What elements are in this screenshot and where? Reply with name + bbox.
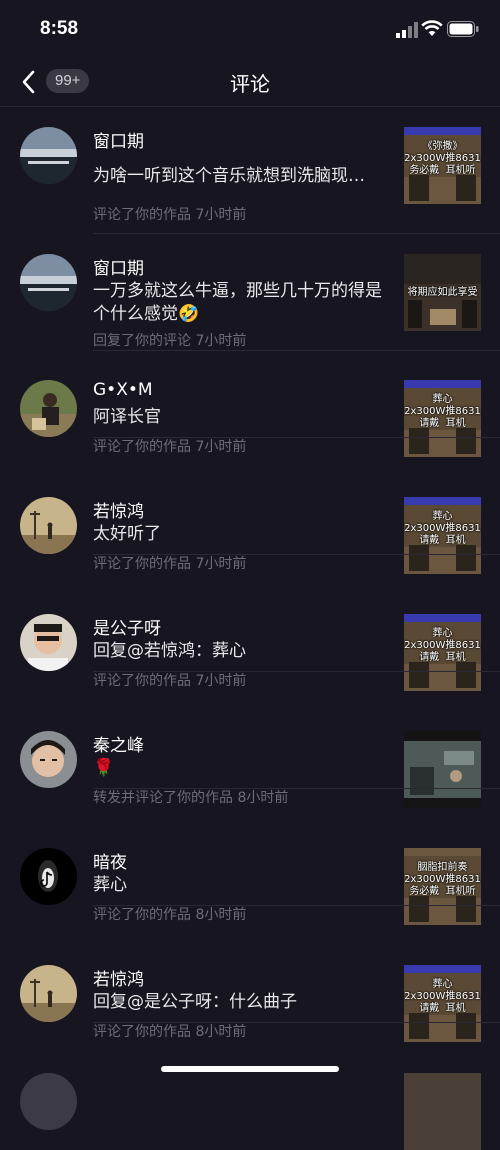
comment-text: 葬心 xyxy=(93,875,127,895)
avatar[interactable] xyxy=(20,731,77,788)
username[interactable]: 秦之峰 xyxy=(93,731,144,756)
comment-meta: 回复了你的评论 7小时前 xyxy=(93,333,247,349)
avatar[interactable] xyxy=(20,380,77,437)
comment-meta: 评论了你的作品 8小时前 xyxy=(93,1024,247,1040)
comment-meta: 评论了你的作品 7小时前 xyxy=(93,207,247,223)
list-item[interactable]: 窗口期 一万多就这么牛逼，那些几十万的得是个什么感觉🤣 回复了你的评论 7小时前… xyxy=(0,234,500,350)
wifi-icon xyxy=(421,20,443,36)
item-divider xyxy=(93,554,500,555)
video-thumbnail[interactable]: 葬心 2x300W推8631 请戴 耳机 xyxy=(404,614,481,691)
thumbnail-caption: 葬心 2x300W推8631 请戴 耳机 xyxy=(404,979,481,1014)
nav-header: 99+ 评论 xyxy=(0,58,500,106)
video-thumbnail[interactable]: 《弥撒》 2x300W推8631 务必戴 耳机听 xyxy=(404,127,481,204)
username[interactable]: 暗夜 xyxy=(93,848,127,873)
avatar[interactable] xyxy=(20,965,77,1022)
avatar[interactable] xyxy=(20,254,77,311)
username[interactable]: 是公子呀 xyxy=(93,614,161,639)
avatar-image xyxy=(20,731,77,788)
comment-text: 回复@若惊鸿：葬心 xyxy=(93,641,246,661)
comment-meta: 评论了你的作品 7小时前 xyxy=(93,439,247,455)
username[interactable]: 若惊鸿 xyxy=(93,965,144,990)
list-item[interactable]: 秦之峰 🌹 转发并评论了你的作品 8小时前 xyxy=(0,702,500,818)
avatar[interactable] xyxy=(20,127,77,184)
thumbnail-caption: 《弥撒》 2x300W推8631 务必戴 耳机听 xyxy=(404,141,481,176)
list-item[interactable]: G•X•M 阿译长官 评论了你的作品 7小时前 葬心 2x300W推8631 请… xyxy=(0,351,500,467)
video-thumbnail[interactable]: 将期应如此享受 xyxy=(404,254,481,331)
item-divider xyxy=(93,905,500,906)
list-item[interactable]: 暗夜 葬心 评论了你的作品 8小时前 胭脂扣前奏 2x300W推8631 务必戴… xyxy=(0,819,500,935)
video-thumbnail[interactable]: 葬心 2x300W推8631 请戴 耳机 xyxy=(404,497,481,574)
username[interactable]: 若惊鸿 xyxy=(93,497,144,522)
video-thumbnail[interactable] xyxy=(404,731,481,808)
avatar-image xyxy=(20,380,77,437)
avatar[interactable] xyxy=(20,497,77,554)
video-thumbnail[interactable] xyxy=(404,1073,481,1150)
video-thumbnail[interactable]: 葬心 2x300W推8631 请戴 耳机 xyxy=(404,965,481,1042)
avatar-image xyxy=(20,127,77,184)
video-thumbnail[interactable]: 葬心 2x300W推8631 请戴 耳机 xyxy=(404,380,481,457)
username[interactable]: G•X•M xyxy=(93,380,153,400)
cellular-signal-icon xyxy=(396,22,418,38)
home-indicator xyxy=(161,1066,339,1072)
comment-text: 🌹 xyxy=(93,758,115,778)
thumbnail-caption: 将期应如此享受 xyxy=(407,287,478,298)
thumbnail-caption: 葬心 2x300W推8631 请戴 耳机 xyxy=(404,628,481,663)
list-item[interactable]: 窗口期 为啥一听到这个音乐就想到洗脑现… 评论了你的作品 7小时前 《弥撒》 2… xyxy=(0,107,500,224)
list-item[interactable]: 若惊鸿 太好听了 评论了你的作品 7小时前 葬心 2x300W推8631 请戴 … xyxy=(0,468,500,584)
username[interactable]: 窗口期 xyxy=(93,127,144,152)
thumbnail-image xyxy=(404,731,481,808)
item-divider xyxy=(93,1022,500,1023)
comment-text: 太好听了 xyxy=(93,524,161,544)
comment-meta: 评论了你的作品 7小时前 xyxy=(93,556,247,572)
comment-meta: 评论了你的作品 7小时前 xyxy=(93,673,247,689)
avatar-image xyxy=(20,614,77,671)
username[interactable]: 窗口期 xyxy=(93,254,144,279)
avatar[interactable] xyxy=(20,614,77,671)
comment-text: 一万多就这么牛逼，那些几十万的得是个什么感觉🤣 xyxy=(93,281,382,324)
video-thumbnail[interactable]: 胭脂扣前奏 2x300W推8631 务必戴 耳机听 xyxy=(404,848,481,925)
comment-text: 回复@是公子呀：什么曲子 xyxy=(93,992,297,1012)
thumbnail-caption: 葬心 2x300W推8631 请戴 耳机 xyxy=(404,511,481,546)
comment-meta: 评论了你的作品 8小时前 xyxy=(93,907,247,923)
list-item[interactable]: 是公子呀 回复@若惊鸿：葬心 评论了你的作品 7小时前 葬心 2x300W推86… xyxy=(0,585,500,701)
avatar-image xyxy=(20,848,77,905)
thumbnail-caption: 葬心 2x300W推8631 请戴 耳机 xyxy=(404,394,481,429)
item-divider xyxy=(93,671,500,672)
thumbnail-caption: 胭脂扣前奏 2x300W推8631 务必戴 耳机听 xyxy=(404,862,481,897)
item-divider xyxy=(93,437,500,438)
avatar-image xyxy=(20,254,77,311)
status-time: 8:58 xyxy=(40,18,79,39)
avatar-image xyxy=(20,965,77,1022)
list-item[interactable]: 若惊鸿 回复@是公子呀：什么曲子 评论了你的作品 8小时前 葬心 2x300W推… xyxy=(0,936,500,1052)
comment-meta: 转发并评论了你的作品 8小时前 xyxy=(93,790,289,806)
avatar[interactable] xyxy=(20,848,77,905)
comment-text: 阿译长官 xyxy=(93,407,161,427)
comment-text: 为啥一听到这个音乐就想到洗脑现… xyxy=(93,166,365,186)
item-divider xyxy=(93,788,500,789)
avatar-image xyxy=(20,497,77,554)
page-title: 评论 xyxy=(230,72,270,96)
status-bar: 8:58 xyxy=(0,0,500,58)
battery-icon xyxy=(447,21,479,37)
